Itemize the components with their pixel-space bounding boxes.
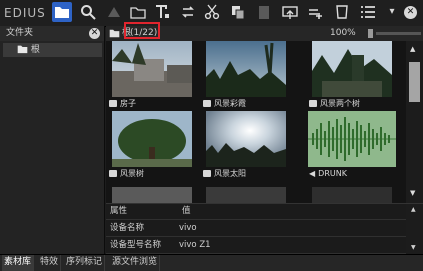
clip-label: DRUNK [318,169,347,178]
clip-thumbnail[interactable] [206,187,286,203]
clip-label: 风景两个树 [320,99,360,108]
clip-tile[interactable]: ◀ DRUNK [306,111,398,180]
clip-label: 风景树 [120,169,144,178]
copy-button[interactable] [228,2,248,22]
replace-button[interactable] [178,2,198,22]
scissors-icon [204,4,220,20]
clip-thumbnail[interactable] [112,187,192,203]
zoom-slider-track[interactable] [376,32,421,35]
search-button[interactable] [78,2,98,22]
clip-tile[interactable]: 风景太阳 [200,111,292,180]
clip-tile[interactable]: 风景彩霞 [200,41,292,110]
new-folder-button[interactable] [128,2,148,22]
folder-panel-header: 文件夹 ✕ [0,26,104,41]
properties-scrollbar[interactable]: ▲ ▼ [406,204,423,255]
paste-button[interactable] [254,2,274,22]
clip-tile[interactable]: 房子 [106,41,198,110]
clip-tile[interactable]: 风景树 [106,111,198,180]
clip-thumbnail [312,41,392,97]
close-icon[interactable]: ✕ [89,28,100,39]
properties-header: 属性 值 [106,204,423,220]
toolbar: EDIUS ▾ ✕ [0,0,423,27]
export-icon [282,6,298,19]
image-icon [203,170,211,177]
cut-button[interactable] [202,2,222,22]
scroll-up-icon[interactable]: ▲ [411,206,416,213]
tab-source-browser[interactable]: 源文件浏览 [110,255,161,271]
up-triangle-icon [108,7,120,17]
property-row: 设备型号名称 vivo Z1 [106,238,423,254]
property-value: vivo [179,223,197,233]
folder-icon [109,29,120,38]
image-icon [309,100,317,107]
scroll-up-icon[interactable]: ▲ [410,45,415,53]
export-button[interactable] [280,2,300,22]
clip-thumbnail[interactable] [312,187,392,203]
zoom-label: 100% [330,28,356,38]
folder-icon [55,7,69,18]
tab-effects[interactable]: 特效 [38,255,62,271]
add-timeline-icon [309,9,322,19]
up-button[interactable] [104,2,124,22]
clip-label: 风景太阳 [214,169,246,178]
clipboard-icon [259,6,269,19]
app-logo: EDIUS [4,6,46,20]
scroll-down-icon[interactable]: ▼ [410,189,415,197]
close-icon[interactable]: ✕ [404,6,417,19]
title-icon [156,5,169,18]
clip-thumbnail [206,41,286,97]
scroll-down-icon[interactable]: ▼ [411,244,416,251]
clip-tile[interactable]: 风景两个树 [306,41,398,110]
speaker-icon: ◀ [309,169,316,178]
property-name: 设备型号名称 [110,240,162,250]
clip-label: 房子 [120,99,136,108]
clip-grid: 房子 风景彩霞 风景两个树 风景树 风景太阳 ◀ DRUNK [106,41,406,203]
replace-icon [182,6,194,18]
clip-thumbnail [206,111,286,167]
bin-icon [336,5,348,19]
clip-label: 风景彩霞 [214,99,246,108]
image-icon [203,100,211,107]
property-name: 设备名称 [110,223,145,233]
search-icon [81,5,96,20]
audio-waveform [308,111,396,167]
chevron-down-icon: ▾ [389,6,395,17]
value-header: 值 [182,206,191,216]
clear-button[interactable] [332,2,352,22]
add-to-timeline-button[interactable] [306,2,326,22]
bottom-tab-bar: 素材库 特效 序列标记 源文件浏览 [0,254,423,271]
copy-icon [232,6,245,20]
folder-toggle-button[interactable] [52,2,72,22]
property-value: vivo Z1 [179,240,211,250]
property-row: 设备名称 vivo [106,221,423,237]
folder-tree-root[interactable]: 根 [3,43,102,57]
dropdown-button[interactable]: ▾ [382,2,402,22]
image-icon [109,170,117,177]
folder-icon [130,7,146,19]
attr-header: 属性 [110,206,128,216]
list-view-button[interactable] [358,2,378,22]
folder-panel-title: 文件夹 [6,28,34,38]
list-icon [361,6,375,18]
properties-panel: 属性 值 设备名称 vivo 设备型号名称 vivo Z1 ▲ ▼ [106,203,423,255]
image-icon [109,100,117,107]
folder-panel: 文件夹 ✕ 根 [0,26,105,254]
scrollbar-thumb[interactable] [409,62,420,102]
tab-sequence-markers[interactable]: 序列标记 [64,255,106,271]
highlight-box [124,22,160,39]
open-folder-icon [17,45,28,54]
clip-thumbnail [112,41,192,97]
folder-label: 根 [30,45,40,55]
tab-bin[interactable]: 素材库 [2,255,35,271]
clip-thumbnail [112,111,192,167]
zoom-slider-thumb[interactable] [368,29,373,38]
title-button[interactable] [152,2,172,22]
